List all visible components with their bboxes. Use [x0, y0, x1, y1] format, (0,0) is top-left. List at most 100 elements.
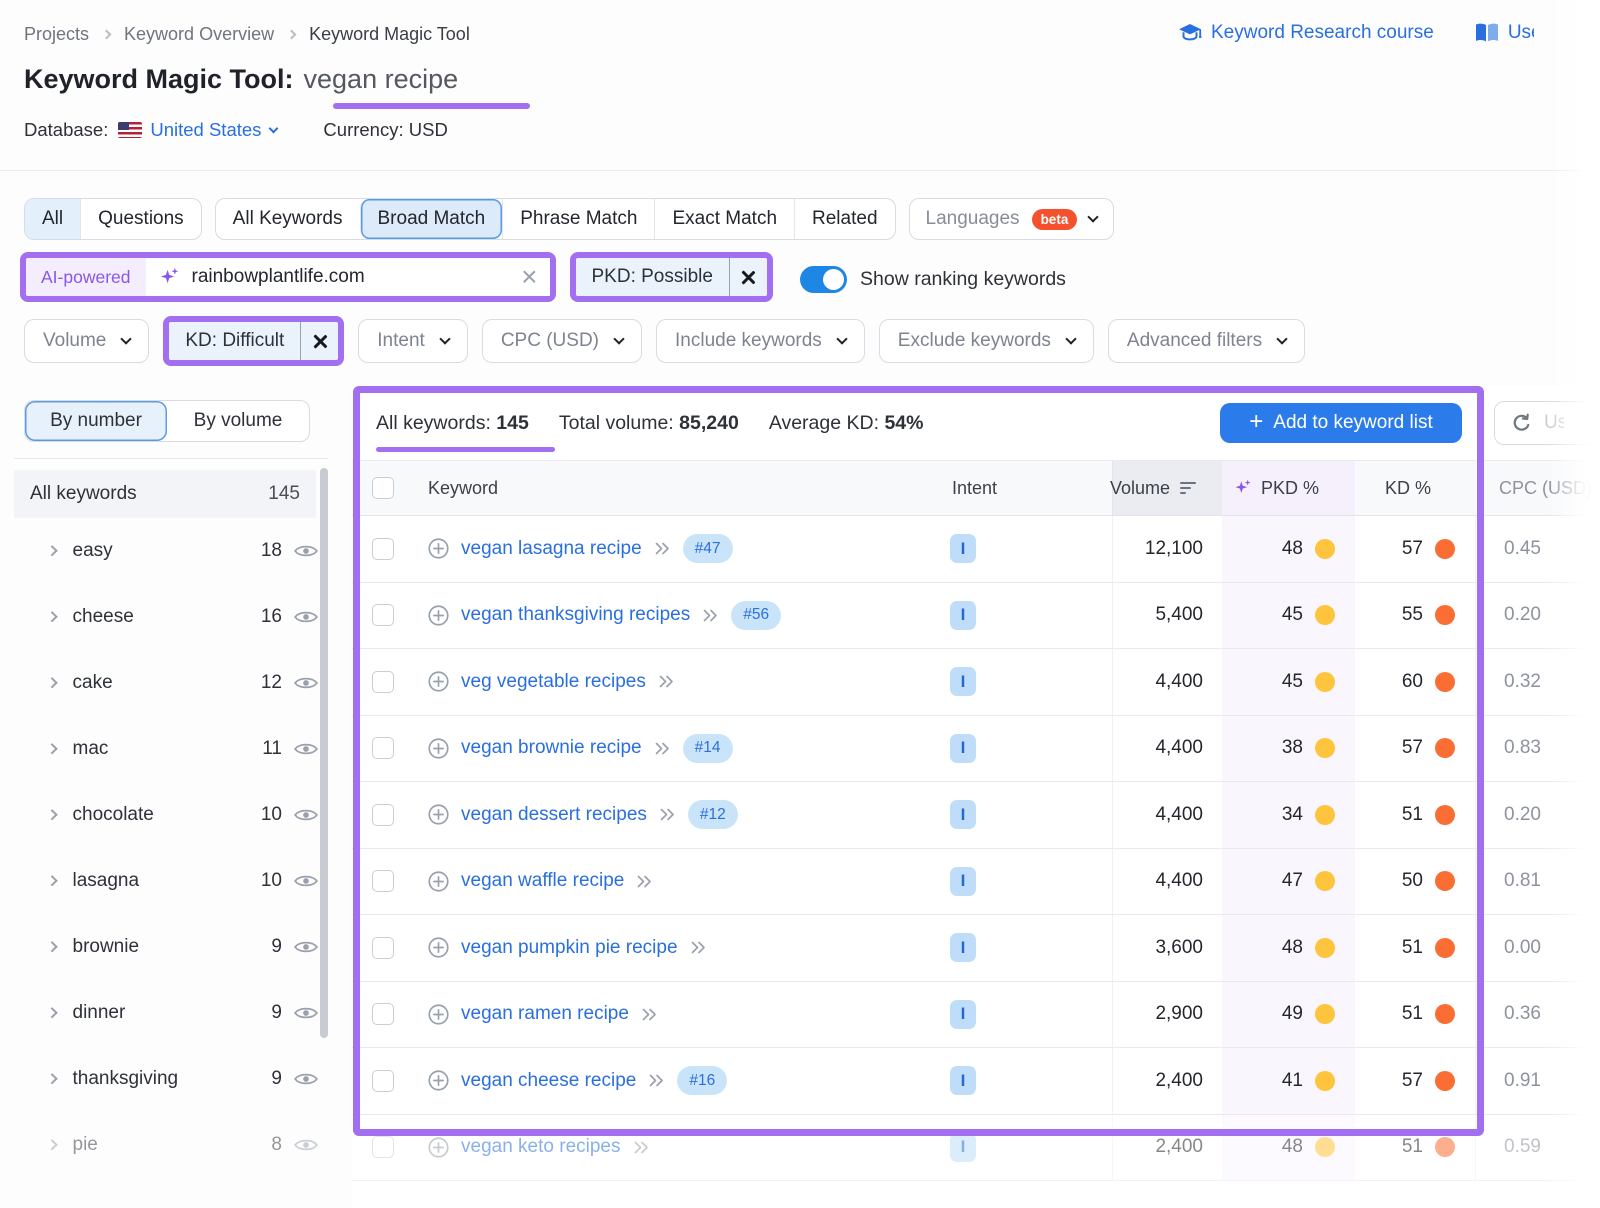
column-kd[interactable]: KD % [1355, 461, 1475, 515]
clear-input-icon[interactable]: × [521, 263, 537, 291]
tab-related[interactable]: Related [794, 199, 895, 239]
plus-circle-icon[interactable] [428, 1004, 449, 1025]
double-chevron-icon[interactable] [641, 1008, 658, 1021]
tab-phrase-match[interactable]: Phrase Match [502, 199, 654, 239]
add-to-keyword-list-button[interactable]: + Add to keyword list [1220, 403, 1462, 443]
row-checkbox[interactable] [372, 804, 394, 826]
row-checkbox[interactable] [372, 1136, 394, 1158]
row-checkbox[interactable] [372, 737, 394, 759]
tab-by-volume[interactable]: By volume [167, 401, 309, 441]
double-chevron-icon[interactable] [654, 542, 671, 555]
plus-circle-icon[interactable] [428, 605, 449, 626]
eye-icon[interactable] [294, 1137, 318, 1153]
plus-circle-icon[interactable] [428, 871, 449, 892]
keyword-link[interactable]: vegan dessert recipes [461, 804, 647, 826]
plus-circle-icon[interactable] [428, 1070, 449, 1091]
keyword-link[interactable]: vegan ramen recipe [461, 1003, 629, 1025]
sidebar-scrollbar[interactable] [320, 468, 328, 1038]
pkd-filter-chip[interactable]: PKD: Possible [576, 258, 767, 296]
plus-circle-icon[interactable] [428, 1137, 449, 1158]
eye-icon[interactable] [294, 1071, 318, 1087]
keyword-link[interactable]: vegan pumpkin pie recipe [461, 937, 678, 959]
double-chevron-icon[interactable] [690, 941, 707, 954]
breadcrumb-projects[interactable]: Projects [24, 24, 89, 45]
remove-filter-button[interactable] [729, 258, 767, 296]
row-checkbox[interactable] [372, 671, 394, 693]
user-manual-link[interactable]: User manual [1474, 22, 1534, 44]
double-chevron-icon[interactable] [636, 875, 653, 888]
tab-questions[interactable]: Questions [80, 199, 201, 239]
sidebar-group-pie[interactable]: pie8 [14, 1112, 320, 1178]
show-ranking-keywords-toggle[interactable] [800, 266, 847, 293]
intent-badge[interactable]: I [950, 534, 976, 563]
eye-icon[interactable] [294, 741, 318, 757]
keyword-research-course-link[interactable]: Keyword Research course [1178, 22, 1434, 44]
intent-badge[interactable]: I [950, 1066, 976, 1095]
row-checkbox[interactable] [372, 538, 394, 560]
breadcrumb-keyword-overview[interactable]: Keyword Overview [124, 24, 274, 45]
sidebar-group-dinner[interactable]: dinner9 [14, 980, 320, 1046]
remove-filter-button[interactable] [300, 322, 338, 360]
row-checkbox[interactable] [372, 870, 394, 892]
row-checkbox[interactable] [372, 937, 394, 959]
keyword-link[interactable]: vegan lasagna recipe [461, 538, 642, 560]
intent-badge[interactable]: I [950, 800, 976, 829]
column-cpc[interactable]: CPC (USD) [1475, 461, 1600, 515]
eye-icon[interactable] [294, 873, 318, 889]
intent-badge[interactable]: I [950, 667, 976, 696]
double-chevron-icon[interactable] [658, 675, 675, 688]
keyword-link[interactable]: veg vegetable recipes [461, 671, 646, 693]
tab-by-number[interactable]: By number [25, 401, 167, 441]
include-keywords-filter[interactable]: Include keywords [656, 319, 865, 363]
eye-icon[interactable] [294, 939, 318, 955]
plus-circle-icon[interactable] [428, 804, 449, 825]
eye-icon[interactable] [294, 1005, 318, 1021]
sidebar-group-chocolate[interactable]: chocolate10 [14, 782, 320, 848]
double-chevron-icon[interactable] [633, 1141, 650, 1154]
eye-icon[interactable] [294, 609, 318, 625]
kd-filter-chip[interactable]: KD: Difficult [169, 322, 338, 360]
languages-dropdown[interactable]: Languages beta [909, 198, 1115, 240]
database-select[interactable]: United States [150, 119, 277, 141]
plus-circle-icon[interactable] [428, 538, 449, 559]
row-checkbox[interactable] [372, 1003, 394, 1025]
column-pkd[interactable]: PKD % [1222, 461, 1355, 515]
double-chevron-icon[interactable] [659, 808, 676, 821]
intent-badge[interactable]: I [950, 601, 976, 630]
sidebar-group-thanksgiving[interactable]: thanksgiving9 [14, 1046, 320, 1112]
double-chevron-icon[interactable] [648, 1074, 665, 1087]
sidebar-group-cheese[interactable]: cheese16 [14, 584, 320, 650]
select-all-checkbox[interactable] [372, 477, 394, 499]
sidebar-all-keywords[interactable]: All keywords 145 [14, 470, 316, 518]
tab-all[interactable]: All [25, 199, 80, 239]
volume-filter[interactable]: Volume [24, 319, 149, 363]
sidebar-group-easy[interactable]: easy18 [14, 518, 320, 584]
row-checkbox[interactable] [372, 604, 394, 626]
eye-icon[interactable] [294, 807, 318, 823]
double-chevron-icon[interactable] [702, 609, 719, 622]
advanced-filters[interactable]: Advanced filters [1108, 319, 1305, 363]
double-chevron-icon[interactable] [654, 742, 671, 755]
sidebar-group-cake[interactable]: cake12 [14, 650, 320, 716]
plus-circle-icon[interactable] [428, 738, 449, 759]
intent-badge[interactable]: I [950, 1000, 976, 1029]
keyword-link[interactable]: vegan cheese recipe [461, 1070, 636, 1092]
keyword-link[interactable]: vegan brownie recipe [461, 737, 642, 759]
sidebar-group-brownie[interactable]: brownie9 [14, 914, 320, 980]
column-volume[interactable]: Volume [1112, 461, 1222, 515]
row-checkbox[interactable] [372, 1070, 394, 1092]
intent-badge[interactable]: I [950, 867, 976, 896]
eye-icon[interactable] [294, 543, 318, 559]
tab-exact-match[interactable]: Exact Match [654, 199, 794, 239]
eye-icon[interactable] [294, 675, 318, 691]
intent-badge[interactable]: I [950, 1133, 976, 1162]
keyword-link[interactable]: vegan thanksgiving recipes [461, 604, 690, 626]
intent-filter[interactable]: Intent [358, 319, 468, 363]
cpc-filter[interactable]: CPC (USD) [482, 319, 642, 363]
update-metrics-button[interactable]: User manual [1494, 401, 1600, 445]
exclude-keywords-filter[interactable]: Exclude keywords [879, 319, 1094, 363]
plus-circle-icon[interactable] [428, 671, 449, 692]
intent-badge[interactable]: I [950, 734, 976, 763]
tab-broad-match[interactable]: Broad Match [360, 199, 503, 239]
tab-all-keywords[interactable]: All Keywords [216, 199, 360, 239]
